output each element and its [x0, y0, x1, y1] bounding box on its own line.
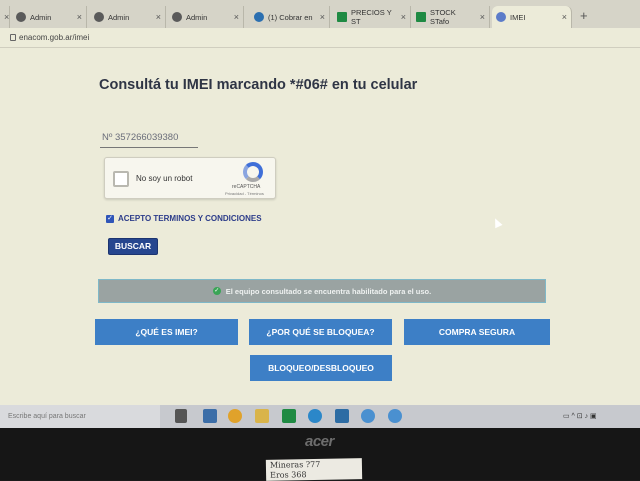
- recaptcha-brand: reCAPTCHA: [232, 184, 261, 190]
- check-circle-icon: ✓: [212, 287, 221, 295]
- windows-taskbar: Escribe aquí para buscar ▭ ^ ⊡ ♪ ▣: [0, 405, 640, 428]
- chrome-icon[interactable]: [228, 409, 242, 423]
- close-icon[interactable]: ×: [234, 12, 239, 22]
- sheet-icon: [337, 12, 347, 22]
- enacom-icon: [496, 12, 506, 22]
- why-blocked-button[interactable]: ¿POR QUÉ SE BLOQUEA?: [249, 319, 392, 345]
- note-line-2: Eros 368: [270, 470, 307, 480]
- edge-icon[interactable]: [308, 409, 322, 423]
- github-icon: [94, 12, 104, 22]
- github-icon: [172, 12, 182, 22]
- recaptcha-widget: No soy un robot reCAPTCHA Privacidad - T…: [104, 157, 276, 199]
- safe-buy-button[interactable]: COMPRA SEGURA: [404, 319, 550, 345]
- app-icon[interactable]: [335, 409, 349, 423]
- tab-admin-1[interactable]: Admin ×: [12, 6, 87, 28]
- close-icon[interactable]: ×: [480, 12, 485, 22]
- new-tab-icon[interactable]: +: [580, 8, 588, 23]
- monitor-brand-logo: acer: [305, 433, 334, 450]
- taskbar-search-input[interactable]: Escribe aquí para buscar: [0, 405, 160, 428]
- tab-cobrar[interactable]: (1) Cobrar en ×: [250, 6, 330, 28]
- tab-admin-3[interactable]: Admin ×: [168, 6, 244, 28]
- tab-precios[interactable]: PRECIOS Y ST ×: [333, 6, 411, 28]
- sticky-note: Mineras ?77 Eros 368: [265, 458, 363, 481]
- imei-input[interactable]: Nº 357266039380: [100, 132, 198, 148]
- search-button[interactable]: BUSCAR: [108, 238, 158, 255]
- folder-icon[interactable]: [255, 409, 269, 423]
- block-unblock-button[interactable]: BLOQUEO/DESBLOQUEO: [250, 355, 392, 381]
- close-icon[interactable]: ×: [77, 12, 82, 22]
- task-view-icon[interactable]: [175, 409, 187, 423]
- close-icon[interactable]: ×: [156, 12, 161, 22]
- check-icon[interactable]: ✓: [106, 214, 114, 223]
- payment-icon: [254, 12, 264, 22]
- status-message: El equipo consultado se encuentra habili…: [225, 286, 432, 296]
- app-icon[interactable]: [361, 409, 375, 423]
- tab-stock[interactable]: STOCK STafo ×: [412, 6, 490, 28]
- app-icon[interactable]: [388, 409, 402, 423]
- sheet-icon: [416, 12, 426, 22]
- monitor-screen: × Admin × Admin × Admin × (1) Cobrar en × PR…: [0, 0, 640, 428]
- close-icon[interactable]: ×: [320, 12, 325, 22]
- tab-partial[interactable]: ×: [0, 6, 10, 28]
- recaptcha-checkbox[interactable]: [113, 171, 129, 187]
- lock-icon: [10, 34, 16, 41]
- status-banner: ✓ El equipo consultado se encuentra habi…: [98, 279, 546, 303]
- github-icon: [16, 12, 26, 22]
- tab-admin-2[interactable]: Admin ×: [90, 6, 166, 28]
- page-title: Consultá tu IMEI marcando *#06# en tu ce…: [99, 77, 418, 93]
- browser-tab-bar: × Admin × Admin × Admin × (1) Cobrar en × PR…: [0, 0, 640, 28]
- system-tray[interactable]: ▭ ^ ⊡ ♪ ▣: [563, 412, 597, 420]
- tab-imei[interactable]: IMEI ×: [492, 6, 572, 28]
- accept-terms-label: ACEPTO TERMINOS Y CONDICIONES: [118, 214, 262, 223]
- app-icon[interactable]: [203, 409, 217, 423]
- recaptcha-logo-icon: [243, 162, 263, 182]
- mouse-cursor-icon: [491, 216, 503, 229]
- accept-terms[interactable]: ✓ ACEPTO TERMINOS Y CONDICIONES: [106, 214, 262, 223]
- excel-icon[interactable]: [282, 409, 296, 423]
- close-icon[interactable]: ×: [401, 12, 406, 22]
- what-is-imei-button[interactable]: ¿QUÉ ES IMEI?: [95, 319, 238, 345]
- address-bar[interactable]: enacom.gob.ar/imei: [0, 28, 640, 48]
- url-text[interactable]: enacom.gob.ar/imei: [19, 33, 89, 42]
- recaptcha-label: No soy un robot: [136, 174, 193, 183]
- recaptcha-links[interactable]: Privacidad - Términos: [225, 191, 264, 196]
- close-icon[interactable]: ×: [562, 12, 567, 22]
